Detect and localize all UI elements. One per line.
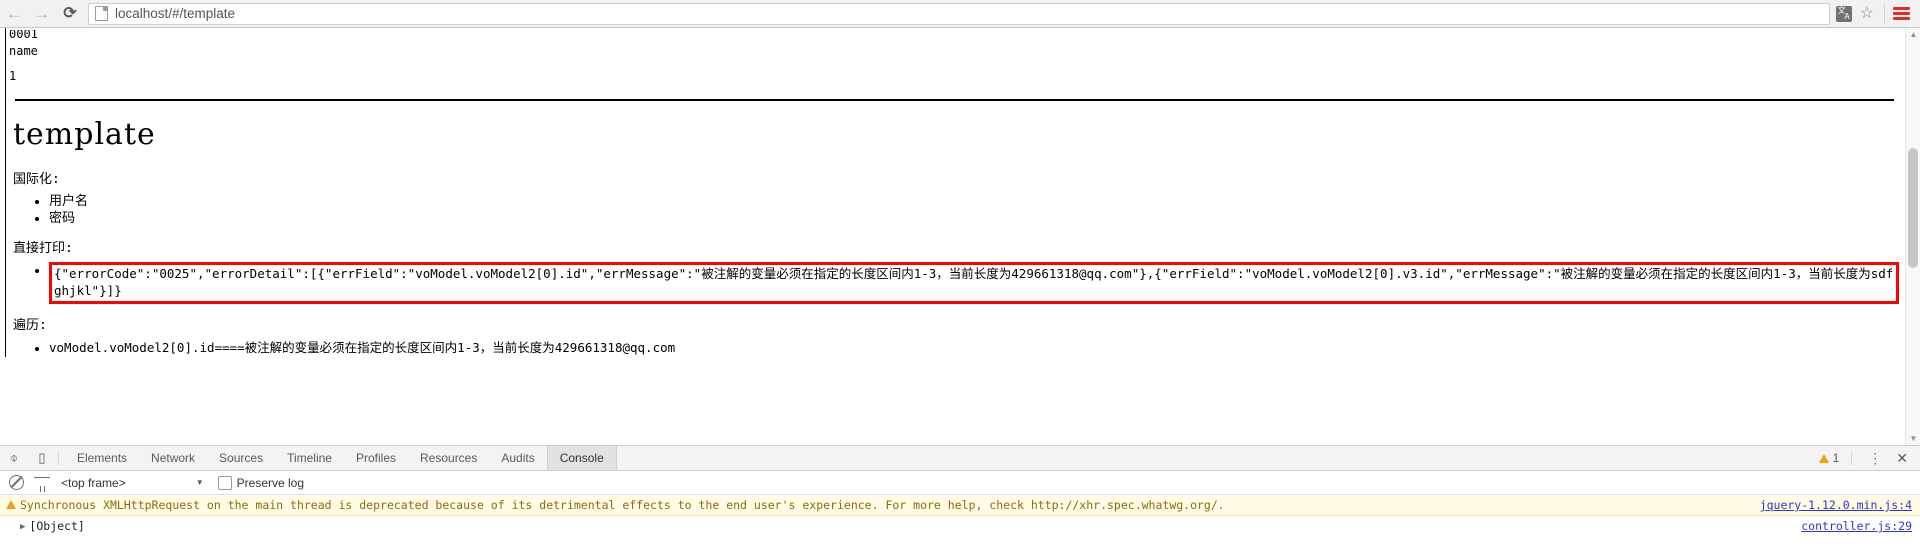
- console-row-object[interactable]: ▶ [Object] controller.js:29: [0, 516, 1920, 537]
- traverse-list: voModel.voModel2[0].id====被注解的变量必须在指定的长度…: [9, 339, 1904, 357]
- list-item: 密码: [49, 210, 1904, 227]
- warning-count-badge[interactable]: 1: [1818, 446, 1850, 470]
- hamburger-line: [1893, 12, 1910, 15]
- tab-timeline[interactable]: Timeline: [275, 446, 344, 470]
- tab-network[interactable]: Network: [139, 446, 207, 470]
- browser-toolbar: ← → ⟳ localhost/#/template 文 A ☆: [0, 0, 1920, 28]
- scroll-up-arrow-icon[interactable]: ▲: [1906, 28, 1920, 42]
- chevron-down-icon: ▼: [195, 478, 204, 487]
- horizontal-rule: [15, 99, 1894, 101]
- annotation-rectangle: {"errorCode":"0025","errorDetail":[{"err…: [49, 262, 1899, 304]
- tab-console[interactable]: Console: [546, 446, 617, 470]
- warning-triangle-icon: [1818, 453, 1829, 463]
- browser-window: ← → ⟳ localhost/#/template 文 A ☆ 0001 na…: [0, 0, 1920, 548]
- forward-button[interactable]: →: [28, 0, 56, 28]
- tabbar-spacer: [617, 446, 1819, 470]
- top-fragment: 0001 name 1: [9, 28, 1904, 89]
- hamburger-menu-icon[interactable]: [1893, 5, 1910, 23]
- reload-icon: ⟳: [63, 4, 77, 22]
- warning-triangle-icon: [6, 496, 20, 514]
- execution-context-value: <top frame>: [61, 475, 126, 490]
- back-arrow-icon: ←: [5, 4, 23, 23]
- clear-console-icon[interactable]: [9, 475, 24, 490]
- console-toolbar: <top frame> ▼ Preserve log: [0, 471, 1920, 495]
- traverse-item-text: voModel.voModel2[0].id====被注解的变量必须在指定的长度…: [49, 340, 676, 355]
- scroll-down-arrow-icon[interactable]: ▼: [1906, 432, 1920, 446]
- tab-profiles[interactable]: Profiles: [344, 446, 408, 470]
- url-text: localhost/#/template: [115, 6, 236, 21]
- checkbox-box[interactable]: [217, 475, 232, 490]
- page-scrollbar-thumb[interactable]: [1908, 148, 1918, 268]
- console-message-list: Synchronous XMLHttpRequest on the main t…: [0, 495, 1920, 537]
- console-source-link[interactable]: controller.js:29: [1787, 517, 1912, 535]
- console-row-warning[interactable]: Synchronous XMLHttpRequest on the main t…: [0, 495, 1920, 516]
- preserve-log-label: Preserve log: [236, 475, 305, 490]
- address-bar[interactable]: localhost/#/template: [88, 2, 1830, 25]
- i18n-list: 用户名 密码: [9, 193, 1904, 227]
- console-source-link[interactable]: jquery-1.12.0.min.js:4: [1746, 496, 1912, 514]
- list-item: voModel.voModel2[0].id====被注解的变量必须在指定的长度…: [49, 339, 1904, 357]
- tabbar-divider: [58, 451, 59, 465]
- console-message-text: Synchronous XMLHttpRequest on the main t…: [20, 498, 1225, 512]
- i18n-section-label: 国际化:: [13, 172, 60, 187]
- json-output-text: {"errorCode":"0025","errorDetail":[{"err…: [54, 266, 1894, 298]
- translate-icon-latin: A: [1844, 11, 1850, 21]
- document-frame: 0001 name 1 template 国际化: 用户名 密码 直接打印: {…: [5, 28, 1904, 357]
- inspect-element-icon[interactable]: ⌽: [0, 446, 28, 470]
- more-options-icon[interactable]: ⋮: [1858, 446, 1892, 470]
- forward-arrow-icon: →: [33, 4, 51, 23]
- devtools-tabbar: ⌽ ▯ Elements Network Sources Timeline Pr…: [0, 446, 1920, 471]
- hamburger-line: [1893, 17, 1910, 20]
- bookmark-star-icon[interactable]: ☆: [1860, 5, 1874, 22]
- expand-arrow-icon[interactable]: ▶: [20, 518, 25, 536]
- fragment-line-name: name: [9, 44, 38, 58]
- fragment-line-1: 1: [9, 69, 17, 83]
- back-button[interactable]: ←: [0, 0, 28, 28]
- print-list: {"errorCode":"0025","errorDetail":[{"err…: [9, 262, 1904, 304]
- list-item: {"errorCode":"0025","errorDetail":[{"err…: [49, 262, 1904, 304]
- device-toolbar-icon[interactable]: ▯: [28, 446, 56, 470]
- execution-context-select[interactable]: <top frame> ▼: [61, 476, 204, 490]
- preserve-log-checkbox[interactable]: Preserve log: [217, 475, 305, 490]
- tab-audits[interactable]: Audits: [489, 446, 546, 470]
- warning-count-value: 1: [1832, 451, 1840, 465]
- filter-icon[interactable]: [35, 478, 49, 492]
- toolbar-actions: 文 A ☆: [1835, 3, 1920, 24]
- page-content: 0001 name 1 template 国际化: 用户名 密码 直接打印: {…: [0, 28, 1904, 365]
- console-message-text: [Object]: [29, 519, 85, 533]
- page-document-icon: [95, 6, 108, 21]
- tab-sources[interactable]: Sources: [207, 446, 275, 470]
- devtools-panel: ⌽ ▯ Elements Network Sources Timeline Pr…: [0, 445, 1920, 548]
- list-item: 用户名: [49, 193, 1904, 210]
- reload-button[interactable]: ⟳: [56, 0, 84, 28]
- tab-resources[interactable]: Resources: [408, 446, 489, 470]
- traverse-section-label: 遍历:: [13, 318, 47, 333]
- tab-elements[interactable]: Elements: [65, 446, 139, 470]
- page-scrollbar[interactable]: ▲ ▼: [1905, 28, 1920, 446]
- hamburger-line: [1893, 7, 1910, 10]
- toolbar-divider: [1884, 3, 1885, 24]
- fragment-line-0001: 0001: [9, 30, 38, 39]
- page-viewport: 0001 name 1 template 国际化: 用户名 密码 直接打印: {…: [0, 28, 1920, 446]
- close-devtools-icon[interactable]: ✕: [1892, 446, 1920, 470]
- page-title: template: [13, 117, 156, 152]
- print-section-label: 直接打印:: [13, 241, 73, 256]
- translate-icon[interactable]: 文 A: [1835, 5, 1852, 22]
- tabbar-divider: [1851, 451, 1853, 465]
